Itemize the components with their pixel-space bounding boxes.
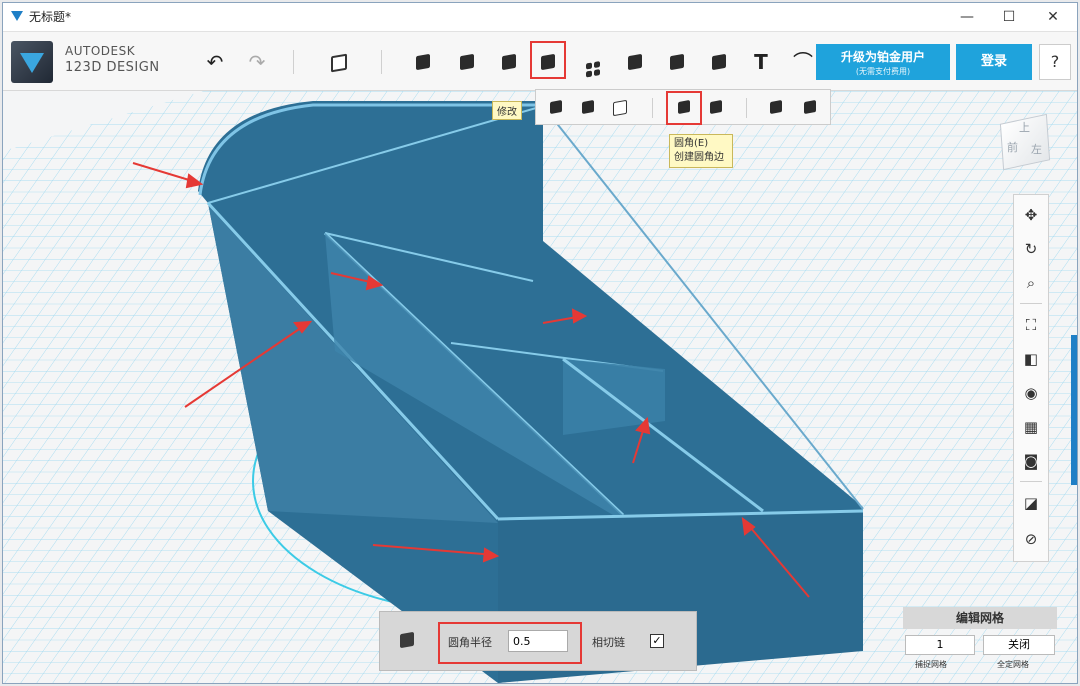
visibility-eye-icon[interactable]: ◉ <box>1019 381 1043 405</box>
measure-icon[interactable] <box>703 46 735 78</box>
maximize-button[interactable]: ☐ <box>989 5 1029 29</box>
upgrade-sub-label: (无需支付费用) <box>855 67 911 76</box>
view-cube-front-label: 前 <box>1007 141 1018 154</box>
chamfer-icon[interactable] <box>704 95 728 119</box>
close-button[interactable]: ✕ <box>1033 5 1073 29</box>
submenu-separator <box>652 98 653 118</box>
text-tool-button[interactable]: T <box>745 46 777 78</box>
navbar-separator <box>1020 303 1042 304</box>
combine-icon[interactable] <box>661 46 693 78</box>
material-icon[interactable]: ◧ <box>1019 347 1043 371</box>
scene-svg <box>3 91 1077 683</box>
orbit-icon[interactable]: ↻ <box>1019 237 1043 261</box>
3d-viewport[interactable] <box>3 91 1077 683</box>
camera-icon[interactable]: ◙ <box>1019 449 1043 473</box>
navbar-separator <box>1020 481 1042 482</box>
fit-view-icon[interactable]: ⛶ <box>1019 313 1043 337</box>
title-bar: 无标题* — ☐ ✕ <box>3 3 1077 32</box>
upgrade-label: 升级为铂金用户 <box>840 50 925 64</box>
fillet-panel: 圆角半径 相切链 ✓ <box>379 611 697 671</box>
pan-icon[interactable]: ✥ <box>1019 203 1043 227</box>
grid-toggle-caption: 全定网格 <box>997 660 1029 669</box>
grid-view-icon[interactable]: ▦ <box>1019 415 1043 439</box>
app-logo-icon <box>11 11 23 21</box>
pattern-icon[interactable] <box>577 46 609 78</box>
brand-name: AUTODESK 123D DESIGN <box>65 44 160 75</box>
fillet-panel-icon <box>400 631 420 652</box>
toolbar-separator <box>381 50 382 74</box>
undo-button[interactable]: ↶ <box>199 46 231 78</box>
fillet-tooltip-desc: 创建圆角边 <box>674 152 724 163</box>
tangent-chain-checkbox[interactable]: ✓ <box>650 634 664 648</box>
brand-line-1: AUTODESK <box>65 44 136 58</box>
toolbar-separator <box>293 50 294 74</box>
material-paint-icon[interactable]: ◪ <box>1019 491 1043 515</box>
edit-grid-panel: 编辑网格 1 关闭 捕捉网格 全定网格 <box>903 607 1057 679</box>
brush-icon[interactable] <box>493 46 525 78</box>
fillet-radius-label: 圆角半径 <box>448 636 492 649</box>
press-pull-icon[interactable] <box>544 95 568 119</box>
upgrade-button[interactable]: 升级为铂金用户 (无需支付费用) <box>816 44 950 80</box>
split-solid-icon[interactable] <box>798 95 822 119</box>
shell-icon[interactable] <box>764 95 788 119</box>
grouping-icon[interactable] <box>619 46 651 78</box>
tweak-icon[interactable] <box>576 95 600 119</box>
fillet-radius-input[interactable] <box>508 630 568 652</box>
view-cube-left-label: 左 <box>1031 143 1042 156</box>
snap-magnet-icon[interactable]: ⌒ <box>787 46 819 78</box>
window-title: 无标题* <box>29 10 72 24</box>
side-panel-tab[interactable] <box>1071 335 1077 485</box>
app-window: 无标题* — ☐ ✕ AUTODESK 123D DESIGN ↶ ↷ T ⌒ … <box>2 2 1078 684</box>
submenu-separator <box>746 98 747 118</box>
fillet-tooltip: 圆角(E) 创建圆角边 <box>669 134 733 168</box>
modify-tooltip: 修改 <box>492 101 522 120</box>
redo-button[interactable]: ↷ <box>241 46 273 78</box>
grid-toggle-button[interactable]: 关闭 <box>983 635 1055 655</box>
zoom-icon[interactable]: ⌕ <box>1019 271 1043 295</box>
construct-icon[interactable] <box>451 46 483 78</box>
autodesk-logo-icon <box>11 41 53 83</box>
modify-submenu <box>535 89 831 125</box>
login-button[interactable]: 登录 <box>956 44 1032 80</box>
brand-line-2: 123D DESIGN <box>65 60 160 75</box>
navigation-bar: ✥ ↻ ⌕ ⛶ ◧ ◉ ▦ ◙ ◪ ⊘ <box>1013 194 1049 562</box>
hide-sketch-icon[interactable]: ⊘ <box>1019 527 1043 551</box>
snap-grid-caption: 捕捉网格 <box>915 660 947 669</box>
fillet-tooltip-title: 圆角(E) <box>674 138 709 149</box>
snap-grid-value[interactable]: 1 <box>905 635 975 655</box>
main-toolbar: AUTODESK 123D DESIGN ↶ ↷ T ⌒ 升级为铂金用户 (无需… <box>3 32 1077 91</box>
fillet-icon[interactable] <box>672 95 696 119</box>
modify-icon[interactable] <box>532 46 564 78</box>
view-cube-top-label: 上 <box>1019 121 1030 134</box>
minimize-button[interactable]: — <box>947 5 987 29</box>
sketch-icon[interactable] <box>407 46 439 78</box>
tangent-chain-label: 相切链 <box>592 636 625 649</box>
split-face-icon[interactable] <box>608 95 632 119</box>
help-button[interactable]: ? <box>1039 44 1071 80</box>
edit-grid-title[interactable]: 编辑网格 <box>903 607 1057 629</box>
view-cube[interactable]: 上 左 前 <box>993 109 1057 173</box>
add-primitive-icon[interactable] <box>323 46 355 78</box>
